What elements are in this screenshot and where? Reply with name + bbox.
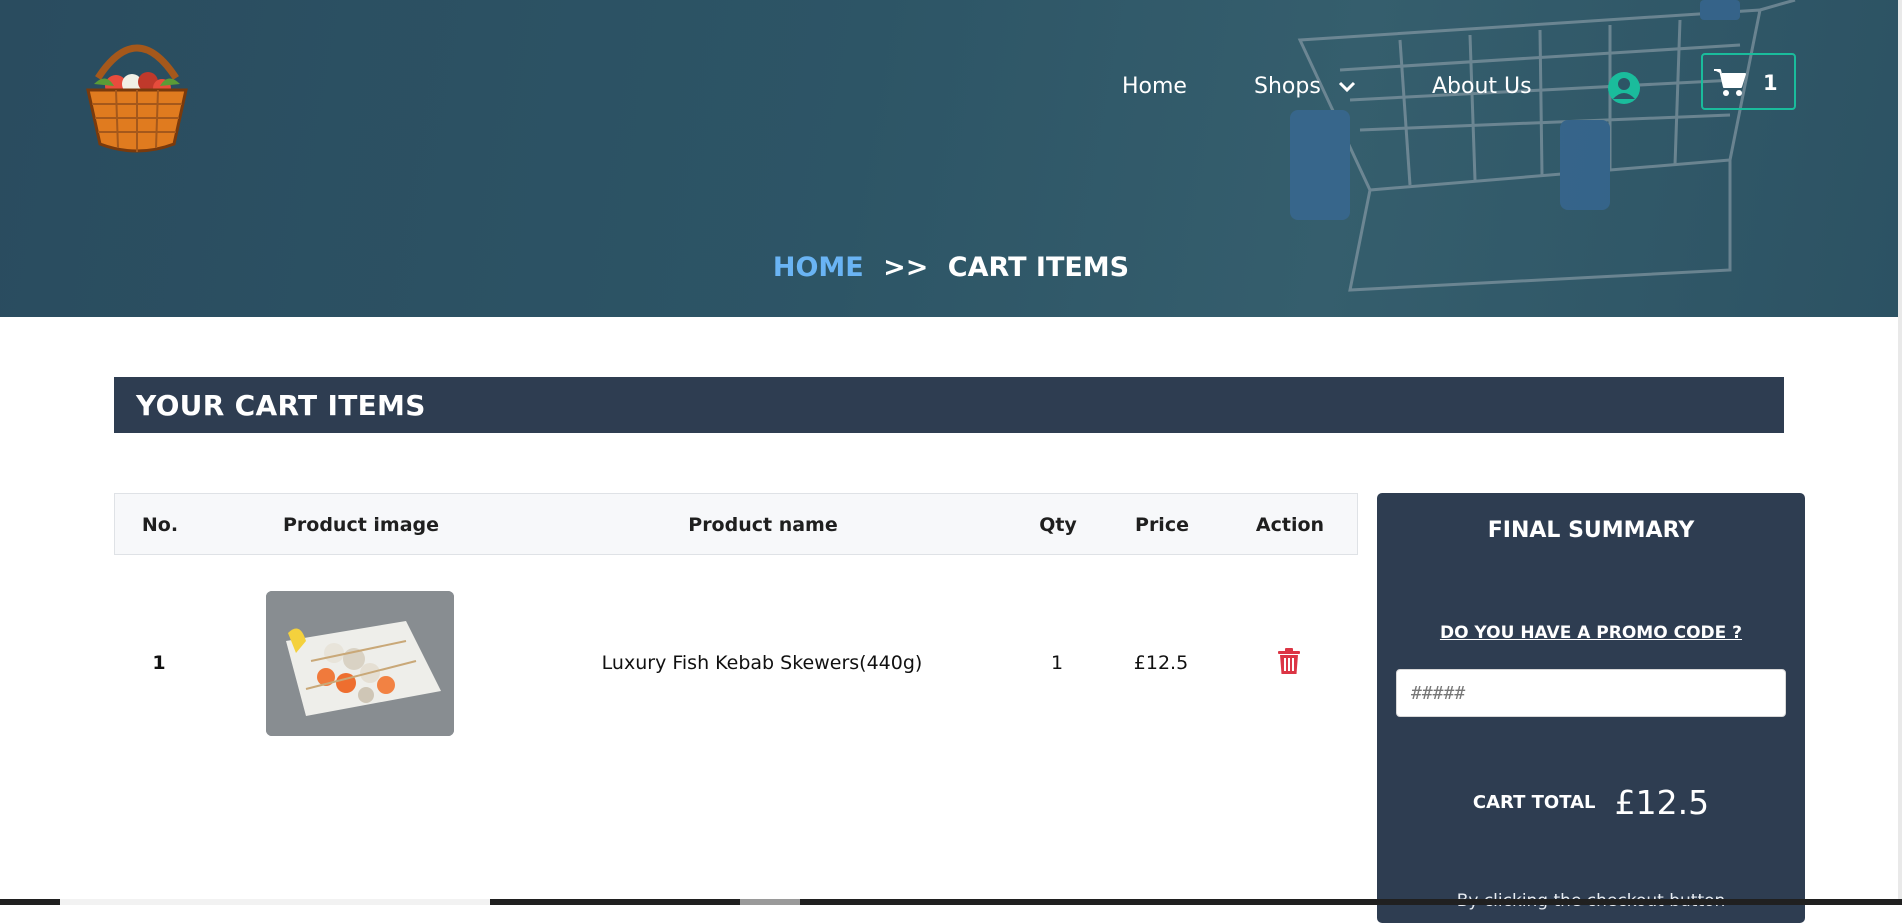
scrollbar-marker xyxy=(740,899,800,905)
shopping-cart-icon xyxy=(1714,69,1746,96)
row-number: 1 xyxy=(152,652,166,674)
scrollbar-thumb[interactable] xyxy=(60,899,490,905)
breadcrumb: HOME >> CART ITEMS xyxy=(0,252,1902,283)
header-no: No. xyxy=(141,514,179,536)
cart-button[interactable]: 1 xyxy=(1701,53,1796,110)
header-qty: Qty xyxy=(1039,514,1077,536)
nav-home-link[interactable]: Home xyxy=(1122,74,1187,99)
chevron-down-icon xyxy=(1338,81,1355,93)
summary-title: FINAL SUMMARY xyxy=(1487,518,1695,543)
header-product-name: Product name xyxy=(688,514,838,536)
cart-total-label: CART TOTAL xyxy=(1472,792,1596,813)
nav-shops-label: Shops xyxy=(1254,74,1321,99)
final-summary-panel: FINAL SUMMARY DO YOU HAVE A PROMO CODE ?… xyxy=(1377,493,1805,923)
breadcrumb-separator: >> xyxy=(883,252,929,283)
section-title-bar: YOUR CART ITEMS xyxy=(114,377,1784,433)
product-qty: 1 xyxy=(1050,652,1064,674)
header-action: Action xyxy=(1255,514,1325,536)
user-circle-icon[interactable] xyxy=(1607,71,1641,105)
hero-banner: Home Shops About Us 1 HOME >> CART ITEMS xyxy=(0,0,1902,317)
breadcrumb-home-link[interactable]: HOME xyxy=(773,252,864,283)
header-product-image: Product image xyxy=(282,514,440,536)
header-price: Price xyxy=(1135,514,1189,536)
product-image xyxy=(266,591,454,736)
breadcrumb-current: CART ITEMS xyxy=(947,252,1130,283)
cart-total-value: £12.5 xyxy=(1614,783,1710,822)
trash-icon[interactable] xyxy=(1277,648,1301,675)
nav-shops-dropdown[interactable]: Shops xyxy=(1254,74,1356,99)
product-name: Luxury Fish Kebab Skewers(440g) xyxy=(601,652,923,674)
nav-about-link[interactable]: About Us xyxy=(1432,74,1532,99)
vertical-scrollbar[interactable] xyxy=(1898,0,1902,905)
table-header: No. Product image Product name Qty Price… xyxy=(114,493,1358,555)
basket-logo[interactable] xyxy=(76,28,198,154)
cart-count-badge: 1 xyxy=(1763,71,1778,95)
product-price: £12.5 xyxy=(1133,652,1189,674)
promo-code-input[interactable] xyxy=(1396,669,1786,717)
horizontal-scrollbar[interactable] xyxy=(0,899,1902,905)
promo-code-link[interactable]: DO YOU HAVE A PROMO CODE ? xyxy=(1377,623,1805,643)
section-title: YOUR CART ITEMS xyxy=(136,389,426,422)
cart-table: No. Product image Product name Qty Price… xyxy=(114,493,1358,763)
cart-total: CART TOTAL £12.5 xyxy=(1377,783,1805,822)
